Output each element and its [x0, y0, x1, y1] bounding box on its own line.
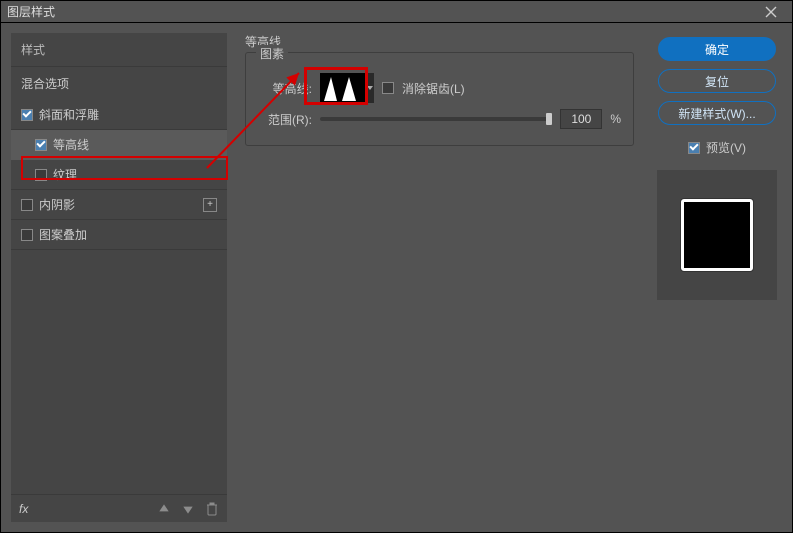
- range-input[interactable]: [560, 109, 602, 129]
- contour-dropdown-button[interactable]: [364, 73, 374, 103]
- reset-button[interactable]: 复位: [658, 69, 776, 93]
- close-button[interactable]: [756, 1, 786, 23]
- style-contour[interactable]: 等高线: [11, 130, 227, 160]
- close-icon: [765, 6, 777, 18]
- checkbox-texture[interactable]: [35, 169, 47, 181]
- dialog-title: 图层样式: [7, 3, 756, 20]
- new-style-button[interactable]: 新建样式(W)...: [658, 101, 776, 125]
- range-slider[interactable]: [320, 117, 552, 121]
- styles-panel: 样式 混合选项 斜面和浮雕 等高线 纹理 内阴影 + 图案叠加: [11, 33, 227, 522]
- contour-picker[interactable]: [320, 73, 364, 103]
- contour-curve-icon: [324, 75, 360, 101]
- action-panel: 确定 复位 新建样式(W)... 预览(V): [652, 33, 782, 522]
- trash-icon[interactable]: [205, 502, 219, 516]
- elements-group: 图素 等高线: 消除锯齿(L): [245, 52, 634, 146]
- layer-style-dialog: 图层样式 样式 混合选项 斜面和浮雕 等高线 纹理 内阴影 +: [0, 0, 793, 533]
- style-label: 斜面和浮雕: [39, 106, 99, 123]
- preview-box: [657, 170, 777, 300]
- checkbox-antialias[interactable]: [382, 82, 394, 94]
- blend-options[interactable]: 混合选项: [11, 67, 227, 100]
- checkbox-preview[interactable]: [688, 142, 700, 154]
- style-label: 内阴影: [39, 196, 75, 213]
- antialias-label: 消除锯齿(L): [402, 80, 465, 97]
- settings-panel: 等高线 图素 等高线: 消除锯齿(L): [237, 33, 642, 522]
- style-label: 图案叠加: [39, 226, 87, 243]
- checkbox-contour[interactable]: [35, 139, 47, 151]
- range-slider-thumb[interactable]: [546, 113, 552, 125]
- arrow-up-icon[interactable]: [157, 502, 171, 516]
- preview-thumbnail: [681, 199, 753, 271]
- checkbox-pattern-overlay[interactable]: [21, 229, 33, 241]
- style-bevel-emboss[interactable]: 斜面和浮雕: [11, 100, 227, 130]
- range-label: 范围(R):: [258, 111, 312, 128]
- style-pattern-overlay[interactable]: 图案叠加: [11, 220, 227, 250]
- preview-toggle-row: 预览(V): [688, 139, 746, 156]
- contour-label: 等高线:: [258, 80, 312, 97]
- style-texture[interactable]: 纹理: [11, 160, 227, 190]
- checkbox-inner-shadow[interactable]: [21, 199, 33, 211]
- preview-label: 预览(V): [706, 139, 746, 156]
- add-inner-shadow-button[interactable]: +: [203, 198, 217, 212]
- fx-label[interactable]: fx: [19, 502, 147, 516]
- range-unit: %: [610, 112, 621, 126]
- ok-button[interactable]: 确定: [658, 37, 776, 61]
- checkbox-bevel[interactable]: [21, 109, 33, 121]
- group-label: 图素: [256, 45, 288, 62]
- style-inner-shadow[interactable]: 内阴影 +: [11, 190, 227, 220]
- titlebar: 图层样式: [1, 1, 792, 23]
- style-label: 等高线: [53, 136, 89, 153]
- section-title: 等高线: [245, 33, 634, 50]
- dialog-body: 样式 混合选项 斜面和浮雕 等高线 纹理 内阴影 + 图案叠加: [1, 23, 792, 532]
- styles-header: 样式: [11, 33, 227, 67]
- styles-footer: fx: [11, 494, 227, 522]
- arrow-down-icon[interactable]: [181, 502, 195, 516]
- style-label: 纹理: [53, 166, 77, 183]
